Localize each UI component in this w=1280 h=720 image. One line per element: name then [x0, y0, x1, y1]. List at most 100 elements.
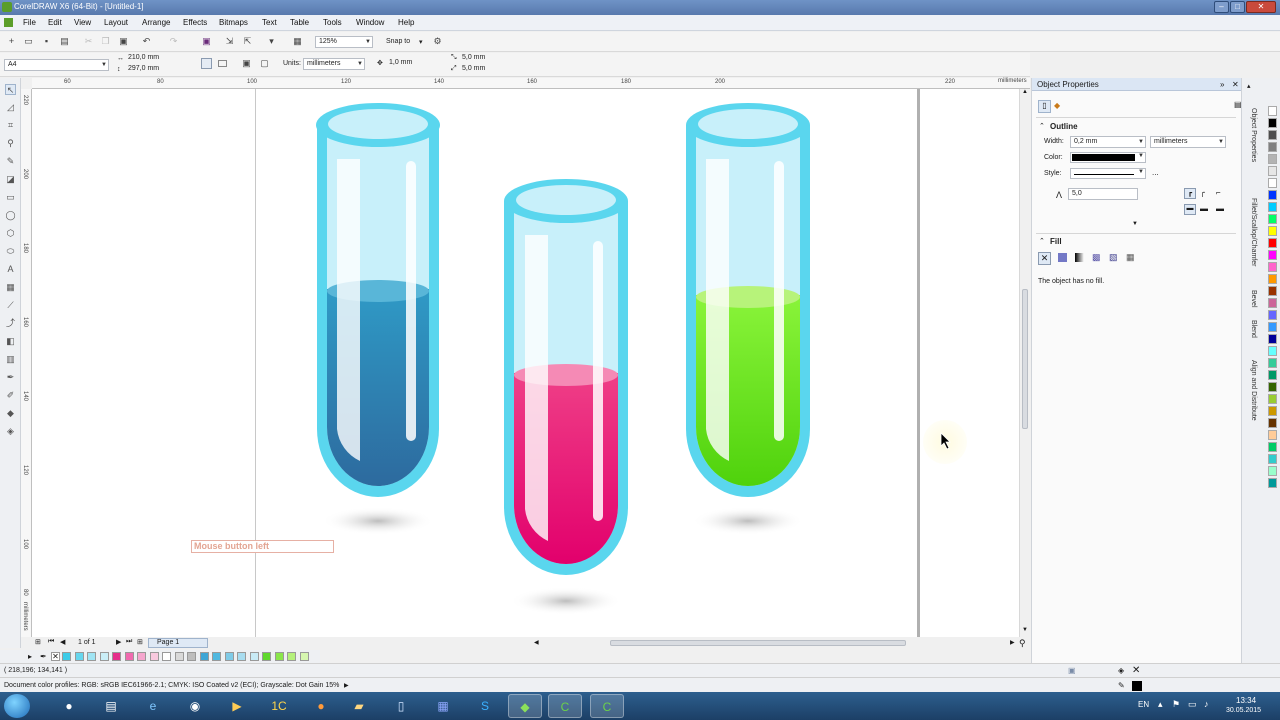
no-fill-indicator-icon[interactable]: ✕ [1132, 665, 1140, 676]
new-icon[interactable]: + [6, 36, 17, 47]
clock-time[interactable]: 13:34 [1236, 696, 1256, 705]
1c-icon[interactable]: 1С [262, 694, 296, 718]
copy-icon[interactable]: ❐ [100, 36, 111, 47]
language-indicator[interactable]: EN [1138, 700, 1149, 709]
palette-swatch[interactable] [1268, 406, 1277, 416]
add-page-icon[interactable]: ⊞ [35, 638, 41, 646]
text-tool-icon[interactable]: A [5, 264, 16, 275]
palette-swatch[interactable] [137, 652, 146, 661]
palette-swatch[interactable] [1268, 382, 1277, 392]
connector-tool-icon[interactable]: ⤴ [5, 318, 16, 329]
redo-icon[interactable]: ↷ [168, 36, 179, 47]
outline-color-picker[interactable]: ▼ [1070, 152, 1146, 163]
tab-fillet-scallop-chamfer[interactable]: Fillet/Scallop/Chamfer [1250, 198, 1257, 266]
tab-blend[interactable]: Blend [1250, 320, 1257, 338]
page-height-field[interactable]: 297,0 mm [125, 64, 187, 75]
freehand-tool-icon[interactable]: ✎ [5, 156, 16, 167]
all-pages-icon[interactable]: ▣ [241, 58, 252, 69]
transparency-tool-icon[interactable]: ▥ [5, 354, 16, 365]
start-button[interactable] [4, 694, 30, 718]
clock-date[interactable]: 30.05.2015 [1226, 707, 1261, 714]
nudge-distance-field[interactable]: 1,0 mm [386, 58, 436, 70]
palette-swatch[interactable] [1268, 190, 1277, 200]
menu-table[interactable]: Table [290, 18, 309, 27]
corel-capture-icon[interactable]: C [548, 694, 582, 718]
palette-swatch[interactable] [1268, 214, 1277, 224]
crop-tool-icon[interactable]: ⌗ [5, 120, 16, 131]
palette-swatch[interactable] [1268, 106, 1277, 116]
export-icon[interactable]: ⇱ [242, 36, 253, 47]
palette-swatch[interactable] [1268, 202, 1277, 212]
menu-edit[interactable]: Edit [48, 18, 62, 27]
minimize-button[interactable]: – [1214, 1, 1229, 13]
miter-limit-field[interactable]: 5,0 [1068, 188, 1138, 200]
units-select[interactable]: millimeters ▼ [303, 58, 365, 70]
palette-swatch[interactable] [1268, 178, 1277, 188]
volume-icon[interactable]: ♪ [1204, 699, 1209, 709]
chrome-icon[interactable]: ● [52, 694, 86, 718]
undo-icon[interactable]: ↶ [141, 36, 152, 47]
menu-arrange[interactable]: Arrange [142, 18, 170, 27]
maximize-button[interactable]: □ [1230, 1, 1245, 13]
paste-icon[interactable]: ▣ [118, 36, 129, 47]
horizontal-scroll-thumb[interactable] [610, 640, 906, 646]
zoom-level-select[interactable]: 125% ▼ [315, 36, 373, 48]
menu-tools[interactable]: Tools [323, 18, 342, 27]
palette-swatch[interactable] [1268, 250, 1277, 260]
palette-swatch[interactable] [262, 652, 271, 661]
miter-corner-icon[interactable]: ┏ [1184, 188, 1196, 199]
round-corner-icon[interactable]: ╭ [1200, 188, 1205, 197]
drawing-canvas[interactable] [32, 89, 1019, 637]
interactive-fill-icon[interactable]: ◈ [5, 426, 16, 437]
palette-swatch[interactable] [1268, 322, 1277, 332]
fill-tab-icon[interactable]: ◆ [1054, 101, 1060, 110]
pattern-fill-icon[interactable]: ▩ [1092, 252, 1101, 263]
palette-swatch[interactable] [1268, 286, 1277, 296]
rectangle-tool-icon[interactable]: ▭ [5, 192, 16, 203]
palette-swatch[interactable] [1268, 238, 1277, 248]
coreldraw-app-icon[interactable] [2, 2, 12, 12]
chevron-down-icon[interactable]: ▾ [419, 38, 423, 46]
color-profiles-status[interactable]: Document color profiles: RGB: sRGB IEC61… [4, 682, 339, 689]
palette-swatch[interactable] [1268, 358, 1277, 368]
outline-style-more-button[interactable]: ... [1152, 168, 1159, 177]
palette-swatch[interactable] [1268, 346, 1277, 356]
menu-view[interactable]: View [74, 18, 91, 27]
tray-arrow-icon[interactable]: ▴ [1158, 699, 1163, 710]
test-tube-blue[interactable] [316, 103, 440, 535]
coreldraw-taskbar-icon[interactable]: ◆ [508, 694, 542, 718]
application-launcher-icon[interactable]: ▾ [266, 36, 277, 47]
dimension-tool-icon[interactable]: ⟋ [5, 300, 16, 311]
page-width-field[interactable]: 210,0 mm [125, 53, 187, 64]
palette-swatch[interactable] [1268, 418, 1277, 428]
menu-window[interactable]: Window [356, 18, 384, 27]
outline-color-swatch[interactable] [1132, 681, 1142, 691]
palette-swatch[interactable] [1268, 310, 1277, 320]
close-button[interactable]: ✕ [1246, 1, 1276, 13]
document-icon[interactable] [4, 18, 13, 27]
palette-swatch[interactable] [124, 652, 134, 661]
tab-bevel[interactable]: Bevel [1250, 290, 1257, 308]
eyedropper-tool-icon[interactable]: ✒ [5, 372, 16, 383]
basic-shapes-icon[interactable]: ⬭ [5, 246, 16, 257]
palette-swatch[interactable] [99, 652, 109, 661]
palette-swatch[interactable] [1268, 298, 1277, 308]
outline-indicator-icon[interactable]: ✎ [1118, 681, 1125, 690]
docker-scroll-icon[interactable]: ▴ [1247, 82, 1251, 90]
palette-swatch[interactable] [224, 652, 234, 661]
next-page-icon[interactable]: ▶ [116, 638, 121, 646]
palette-swatch[interactable] [174, 652, 184, 661]
corel-connect-icon[interactable]: C [590, 694, 624, 718]
ellipse-tool-icon[interactable]: ◯ [5, 210, 16, 221]
last-page-icon[interactable]: ⏭ [126, 638, 132, 646]
butt-cap-icon[interactable]: ▬ [1184, 204, 1196, 215]
expand-arrow-icon[interactable]: ▶ [344, 682, 349, 689]
palette-swatch[interactable] [1268, 274, 1277, 284]
flag-icon[interactable]: ⚑ [1172, 699, 1180, 710]
welcome-screen-icon[interactable]: ▦ [292, 36, 303, 47]
palette-swatch[interactable] [1268, 478, 1277, 488]
menu-help[interactable]: Help [398, 18, 414, 27]
scroll-down-icon[interactable]: ▼ [1022, 627, 1028, 633]
add-page-after-icon[interactable]: ⊞ [137, 638, 143, 646]
guideline[interactable] [255, 89, 256, 637]
